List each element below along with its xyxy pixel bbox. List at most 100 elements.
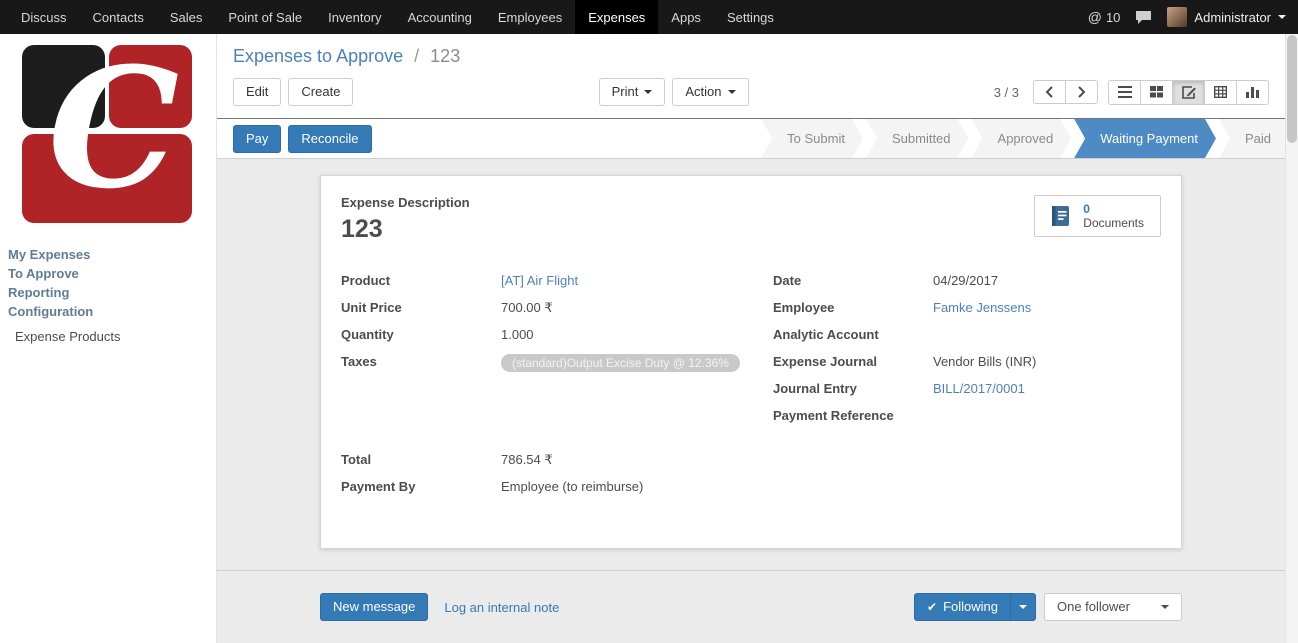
messages-icon[interactable]	[1135, 10, 1152, 25]
state-label: Paid	[1245, 131, 1271, 146]
sidebar-item-expense-products[interactable]: Expense Products	[0, 327, 216, 346]
field-label-date: Date	[773, 272, 933, 288]
print-label: Print	[612, 84, 639, 100]
nav-contacts[interactable]: Contacts	[80, 0, 157, 34]
field-expense-journal: Expense Journal Vendor Bills (INR)	[773, 353, 1161, 380]
state-submitted[interactable]: Submitted	[866, 119, 969, 158]
product-link[interactable]: [AT] Air Flight	[501, 273, 578, 288]
user-menu[interactable]: Administrator	[1167, 7, 1286, 27]
new-message-button[interactable]: New message	[320, 593, 428, 621]
create-button[interactable]: Create	[288, 78, 353, 106]
chevron-down-icon	[1278, 15, 1286, 19]
view-form-button[interactable]	[1172, 80, 1205, 105]
following-dropdown-toggle[interactable]	[1010, 593, 1036, 621]
list-icon	[1118, 86, 1132, 98]
form-view-container: Expense Description 123 0 Documents	[217, 159, 1285, 570]
statusbar: Pay Reconcile To Submit Submitted Approv…	[217, 119, 1285, 159]
employee-link[interactable]: Famke Jenssens	[933, 300, 1031, 315]
print-dropdown[interactable]: Print	[599, 78, 666, 106]
field-quantity: Quantity 1.000	[341, 326, 766, 353]
sidebar-item-to-approve[interactable]: To Approve	[0, 264, 216, 283]
status-pipeline: To Submit Submitted Approved Waiting Pay…	[758, 119, 1285, 158]
field-label-analytic-account: Analytic Account	[773, 326, 933, 342]
documents-count: 0	[1083, 202, 1090, 216]
following-button[interactable]: ✔ Following	[914, 593, 1011, 621]
view-list-button[interactable]	[1108, 80, 1141, 105]
nav-employees[interactable]: Employees	[485, 0, 575, 34]
tax-tag: (standard)Output Excise Duty @ 12.36%	[501, 354, 740, 372]
nav-sales[interactable]: Sales	[157, 0, 216, 34]
check-icon: ✔	[927, 599, 937, 615]
chevron-left-icon	[1045, 86, 1054, 98]
state-paid[interactable]: Paid	[1219, 119, 1285, 158]
view-kanban-button[interactable]	[1140, 80, 1173, 105]
state-label: Submitted	[892, 131, 951, 146]
nav-settings[interactable]: Settings	[714, 0, 787, 34]
top-navbar: Discuss Contacts Sales Point of Sale Inv…	[0, 0, 1298, 34]
field-label-taxes: Taxes	[341, 353, 501, 369]
payment-reference-value	[933, 407, 1161, 408]
view-graph-button[interactable]	[1236, 80, 1269, 105]
field-payment-by: Payment By Employee (to reimburse)	[341, 478, 1161, 505]
nav-inventory[interactable]: Inventory	[315, 0, 394, 34]
nav-expenses[interactable]: Expenses	[575, 0, 658, 34]
field-analytic-account: Analytic Account	[773, 326, 1161, 353]
action-label: Action	[685, 84, 721, 100]
nav-point-of-sale[interactable]: Point of Sale	[215, 0, 315, 34]
chevron-down-icon	[1161, 605, 1169, 609]
pager-value: 3 / 3	[994, 85, 1019, 100]
user-avatar	[1167, 7, 1187, 27]
nav-discuss[interactable]: Discuss	[8, 0, 80, 34]
record-title: 123	[341, 215, 470, 244]
pivot-table-icon	[1214, 86, 1227, 98]
field-employee: Employee Famke Jenssens	[773, 299, 1161, 326]
navbar-systray: @ 10 Administrator	[1088, 0, 1298, 34]
journal-entry-link[interactable]: BILL/2017/0001	[933, 381, 1025, 396]
company-logo[interactable]: C	[22, 45, 192, 223]
state-approved[interactable]: Approved	[972, 119, 1072, 158]
scrollbar-thumb[interactable]	[1287, 35, 1297, 143]
breadcrumb-parent[interactable]: Expenses to Approve	[233, 46, 403, 66]
field-date: Date 04/29/2017	[773, 272, 1161, 299]
pay-button[interactable]: Pay	[233, 125, 281, 153]
at-icon: @	[1088, 9, 1102, 25]
payment-by-value: Employee (to reimburse)	[501, 478, 1161, 494]
sidebar-menu: My Expenses To Approve Reporting Configu…	[0, 245, 216, 346]
sidebar-item-configuration[interactable]: Configuration	[0, 302, 216, 321]
nav-apps[interactable]: Apps	[658, 0, 714, 34]
pager-previous-button[interactable]	[1033, 80, 1066, 104]
followers-button[interactable]: One follower	[1044, 593, 1182, 621]
field-label-payment-reference: Payment Reference	[773, 407, 933, 423]
field-label-journal-entry: Journal Entry	[773, 380, 933, 396]
breadcrumb-current: 123	[430, 46, 460, 66]
pager-next-button[interactable]	[1065, 80, 1098, 104]
nav-accounting[interactable]: Accounting	[395, 0, 485, 34]
field-payment-reference: Payment Reference	[773, 407, 1161, 434]
following-label: Following	[943, 599, 998, 615]
action-dropdown[interactable]: Action	[672, 78, 748, 106]
log-internal-note-link[interactable]: Log an internal note	[444, 600, 559, 615]
state-waiting-payment[interactable]: Waiting Payment	[1074, 119, 1216, 158]
app-sidebar: C My Expenses To Approve Reporting Confi…	[0, 34, 217, 643]
field-product: Product [AT] Air Flight	[341, 272, 766, 299]
state-to-submit[interactable]: To Submit	[761, 119, 863, 158]
documents-icon	[1047, 204, 1073, 228]
view-pivot-button[interactable]	[1204, 80, 1237, 105]
sidebar-item-reporting[interactable]: Reporting	[0, 283, 216, 302]
total-value: 786.54 ₹	[501, 451, 1161, 468]
followers-label: One follower	[1057, 599, 1130, 615]
sidebar-item-my-expenses[interactable]: My Expenses	[0, 245, 216, 264]
analytic-account-value	[933, 326, 1161, 327]
control-panel: Expenses to Approve / 123 Edit Create Pr…	[217, 34, 1285, 119]
field-label-employee: Employee	[773, 299, 933, 315]
state-label: To Submit	[787, 131, 845, 146]
documents-button[interactable]: 0 Documents	[1034, 195, 1161, 237]
field-taxes: Taxes (standard)Output Excise Duty @ 12.…	[341, 353, 766, 380]
chatter: New message Log an internal note ✔ Follo…	[217, 570, 1285, 643]
chevron-down-icon	[1019, 605, 1027, 609]
state-label: Waiting Payment	[1100, 131, 1198, 146]
edit-button[interactable]: Edit	[233, 78, 281, 106]
mentions-indicator[interactable]: @ 10	[1088, 9, 1121, 25]
field-total: Total 786.54 ₹	[341, 451, 1161, 478]
reconcile-button[interactable]: Reconcile	[288, 125, 371, 153]
